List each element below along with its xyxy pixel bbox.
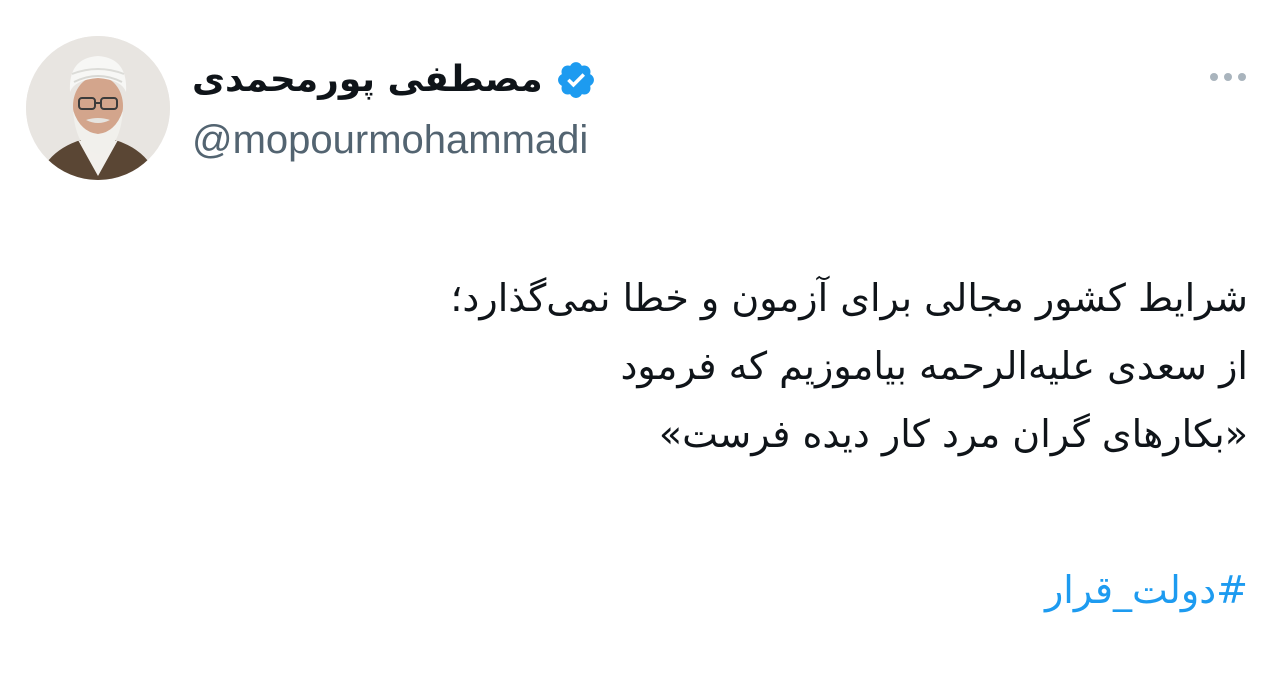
author-name-row: مصطفی پورمحمدی [192,50,597,110]
tweet-text-line: از سعدی علیه‌الرحمه بیاموزیم که فرمود [620,344,1248,388]
tweet-card: مصطفی پورمحمدی @mopourmohammadi شرایط کش… [0,0,1280,691]
tweet-text: شرایط کشور مجالی برای آزمون و خطا نمی‌گذ… [48,264,1248,468]
author-display-name[interactable]: مصطفی پورمحمدی [192,50,543,110]
more-options-icon[interactable] [1206,64,1250,90]
tweet-text-line: «بکارهای گران مرد کار دیده فرست» [658,412,1248,456]
author-handle[interactable]: @mopourmohammadi [192,114,588,166]
tweet-text-line: شرایط کشور مجالی برای آزمون و خطا نمی‌گذ… [450,276,1248,320]
verified-badge-icon [555,59,597,101]
avatar[interactable] [26,36,170,180]
hashtag-link[interactable]: #دولت_قرار [1045,560,1248,620]
